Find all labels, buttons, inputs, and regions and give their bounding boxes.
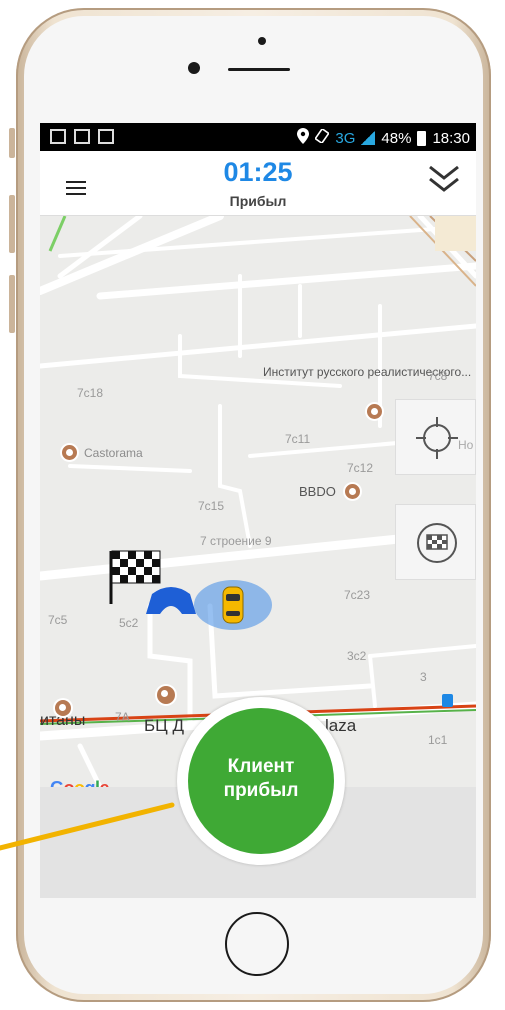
volume-up-button: [9, 195, 15, 253]
home-button[interactable]: [225, 912, 289, 976]
signal-icon: [361, 131, 376, 145]
house-number: 7с18: [77, 386, 104, 400]
notification-icon: [50, 129, 66, 144]
shop-poi-icon[interactable]: [62, 445, 77, 460]
app-screen: 3G 48% 18:30 01:25 Прибыл Институт русск…: [40, 123, 476, 898]
poi-icon[interactable]: [157, 686, 175, 704]
house-number: 7с5: [48, 613, 68, 627]
rotate-icon: [315, 128, 330, 147]
network-type: 3G: [335, 129, 356, 147]
crosshair-icon: [416, 417, 458, 459]
route-to-destination-button[interactable]: [395, 504, 476, 580]
notification-icons: [50, 129, 114, 144]
house-number: 7с11: [285, 432, 311, 446]
battery-icon: [417, 130, 427, 146]
wait-timer: 01:25: [223, 157, 293, 187]
clock: 18:30: [432, 129, 470, 147]
house-number: 1с1: [428, 733, 448, 747]
mute-switch: [9, 128, 15, 158]
poi-icon[interactable]: [55, 700, 71, 716]
status-bar: 3G 48% 18:30: [40, 123, 476, 151]
house-number: 7с8: [428, 369, 448, 383]
front-camera: [188, 62, 200, 74]
locate-button[interactable]: [395, 399, 476, 475]
google-logo: Google: [50, 778, 110, 787]
order-status: Прибыл: [229, 193, 287, 209]
image-icon: [74, 129, 90, 144]
proximity-sensor: [258, 37, 266, 45]
status-indicators: 3G 48% 18:30: [297, 128, 470, 148]
battery-percent: 48%: [381, 129, 412, 147]
pickup-point-marker: [142, 584, 200, 621]
house-number: 3: [420, 670, 427, 684]
earpiece-speaker: [228, 68, 290, 71]
house-number: 7с12: [347, 461, 374, 475]
double-chevron-down-icon[interactable]: [426, 161, 462, 197]
app-header: 01:25 Прибыл: [40, 151, 476, 216]
flag-notification-icon: [98, 129, 114, 144]
location-icon: [297, 128, 310, 148]
poi-label-bbdo: BBDO: [299, 484, 336, 499]
bbdo-poi-icon[interactable]: [345, 484, 360, 499]
poi-label-bc: БЦ Д: [144, 716, 184, 735]
poi-label-cut-right: Но: [458, 438, 474, 452]
volume-down-button: [9, 275, 15, 333]
cta-line-1: Клиент: [227, 756, 295, 777]
client-arrived-button[interactable]: Клиент прибыл: [188, 708, 334, 854]
museum-poi-icon[interactable]: [367, 404, 382, 419]
cta-line-2: прибыл: [223, 780, 299, 801]
house-number: 5с2: [119, 616, 139, 630]
bus-stop-icon[interactable]: [442, 694, 453, 707]
poi-label-castorama: Castorama: [84, 446, 143, 460]
finish-flag-icon: [417, 523, 457, 563]
house-number: 7с15: [198, 499, 225, 513]
building-label: 7 строение 9: [200, 534, 272, 548]
house-number: 3с2: [347, 649, 367, 663]
taxi-car-marker: [194, 580, 272, 630]
house-number: 7А: [115, 710, 130, 724]
house-number: 7с23: [344, 588, 371, 602]
